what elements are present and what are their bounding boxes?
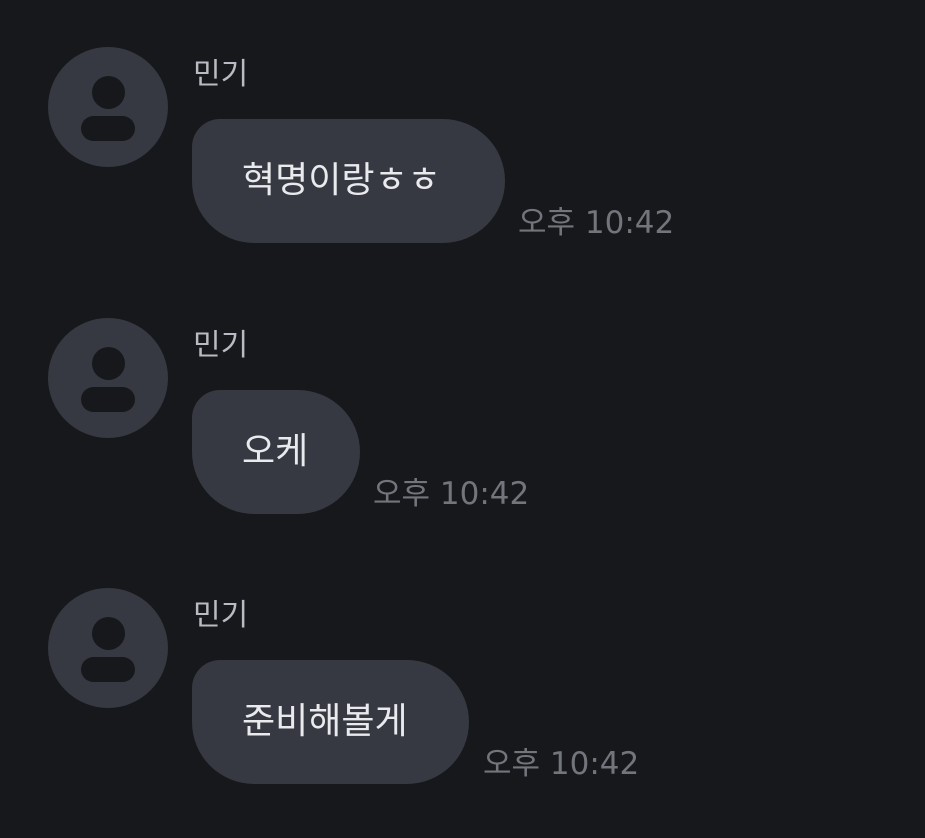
sender-name: 민기 bbox=[193, 328, 249, 363]
sender-name: 민기 bbox=[193, 598, 249, 633]
default-profile-icon[interactable] bbox=[48, 47, 168, 167]
message-bubble[interactable]: 혁명이랑ㅎㅎ bbox=[192, 119, 505, 243]
profile-head-shape bbox=[92, 347, 125, 380]
message-timestamp: 오후 10:42 bbox=[373, 476, 530, 512]
profile-head-shape bbox=[92, 617, 125, 650]
sender-name: 민기 bbox=[193, 57, 249, 92]
message-bubble[interactable]: 오케 bbox=[192, 390, 360, 514]
message-bubble[interactable]: 준비해볼게 bbox=[192, 660, 469, 784]
profile-body-shape bbox=[81, 657, 135, 682]
message-timestamp: 오후 10:42 bbox=[483, 746, 640, 782]
message-item: 민기 오케 오후 10:42 bbox=[0, 318, 925, 568]
message-timestamp: 오후 10:42 bbox=[518, 205, 675, 241]
message-item: 민기 혁명이랑ㅎㅎ 오후 10:42 bbox=[0, 47, 925, 297]
message-item: 민기 준비해볼게 오후 10:42 bbox=[0, 588, 925, 838]
profile-head-shape bbox=[92, 76, 125, 109]
profile-body-shape bbox=[81, 116, 135, 141]
default-profile-icon[interactable] bbox=[48, 588, 168, 708]
profile-body-shape bbox=[81, 387, 135, 412]
default-profile-icon[interactable] bbox=[48, 318, 168, 438]
